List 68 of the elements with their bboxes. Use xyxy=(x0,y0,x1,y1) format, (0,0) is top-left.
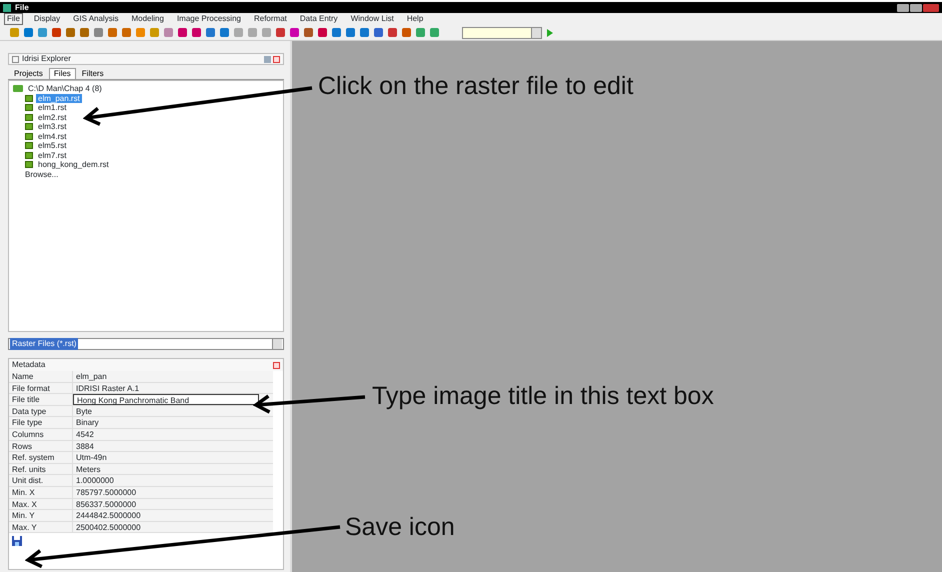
property-label: Rows xyxy=(9,440,73,452)
menu-item[interactable]: GIS Analysis xyxy=(71,14,120,24)
minimize-button[interactable] xyxy=(897,4,909,12)
close-button[interactable] xyxy=(923,4,939,12)
menu-item[interactable]: Image Processing xyxy=(174,14,243,24)
tab[interactable]: Projects xyxy=(10,68,47,79)
property-value: elm_pan xyxy=(75,371,108,382)
dropdown-icon[interactable] xyxy=(531,28,541,38)
close-button[interactable] xyxy=(273,56,280,62)
menu-item[interactable]: File xyxy=(4,13,23,25)
property-label: Min. Y xyxy=(9,510,73,521)
property-value: 2444842.5000000 xyxy=(75,510,142,521)
property-value: 4542 xyxy=(75,428,95,440)
tab[interactable]: Files xyxy=(48,68,76,79)
input-field[interactable]: Hong Kong Panchromatic Band xyxy=(73,394,259,405)
tree-item[interactable]: elm1.rst xyxy=(36,103,68,112)
menu-item[interactable]: Data Entry xyxy=(298,14,340,24)
tree-item[interactable]: hong_kong_dem.rst xyxy=(36,160,111,170)
property-value: 3884 xyxy=(75,440,95,452)
menu-item[interactable]: Display xyxy=(32,14,62,24)
annotation-text: Click on the raster file to edit xyxy=(318,74,634,99)
property-label: Ref. system xyxy=(9,452,73,463)
close-button[interactable] xyxy=(273,362,280,368)
annotation-text: Type image title in this text box xyxy=(372,384,714,409)
filter-dropdown[interactable]: Raster Files (*.rst) xyxy=(8,338,284,350)
property-label: Max. Y xyxy=(9,522,73,532)
toolbar-combo[interactable] xyxy=(462,26,542,38)
menu-item[interactable]: Modeling xyxy=(129,14,166,24)
property-value: Meters xyxy=(75,464,102,474)
property-value: Binary xyxy=(75,417,100,428)
property-label: Columns xyxy=(9,428,73,440)
annotation-text: Save icon xyxy=(345,515,455,540)
browse-link[interactable]: Browse... xyxy=(23,170,60,179)
property-label: Ref. units xyxy=(9,464,73,474)
property-value: 2500402.5000000 xyxy=(75,522,142,532)
property-label: Data type xyxy=(9,406,73,416)
tree-item[interactable]: elm5.rst xyxy=(36,141,68,150)
property-value: 785797.5000000 xyxy=(75,486,138,498)
tree-item[interactable]: C:\D Man\Chap 4 (8) xyxy=(26,84,104,94)
save-icon[interactable] xyxy=(12,536,22,546)
menu-item[interactable]: Reformat xyxy=(252,14,289,24)
property-label: Max. X xyxy=(9,498,73,510)
property-label: Min. X xyxy=(9,486,73,498)
tree-item[interactable]: elm7.rst xyxy=(36,150,68,160)
window-title: File xyxy=(15,2,29,14)
help-icon[interactable] xyxy=(264,56,271,62)
app-icon xyxy=(3,4,11,12)
tree-item[interactable]: elm4.rst xyxy=(36,132,68,141)
property-label: Unit dist. xyxy=(9,475,73,486)
dropdown-icon[interactable] xyxy=(272,339,282,349)
tab[interactable]: Filters xyxy=(78,68,108,79)
property-label: Name xyxy=(9,371,73,382)
folder-icon xyxy=(13,85,23,92)
menu-item[interactable]: Help xyxy=(404,14,426,24)
property-value: Byte xyxy=(75,406,94,416)
property-value: 856337.5000000 xyxy=(75,498,138,510)
property-value: IDRISI Raster A.1 xyxy=(75,382,140,394)
property-label: File type xyxy=(9,417,73,428)
collapse-icon[interactable] xyxy=(12,56,19,62)
tree-item[interactable]: elm2.rst xyxy=(36,112,68,122)
property-value: Utm-49n xyxy=(75,452,108,463)
property-label: File format xyxy=(9,382,73,394)
panel-title: Metadata xyxy=(12,359,46,371)
property-value: 1.0000000 xyxy=(75,475,115,486)
menu-item[interactable]: Window List xyxy=(348,14,396,24)
tree-item[interactable]: elm3.rst xyxy=(36,122,68,132)
maximize-button[interactable] xyxy=(910,4,922,12)
panel-title: Idrisi Explorer xyxy=(22,53,71,65)
